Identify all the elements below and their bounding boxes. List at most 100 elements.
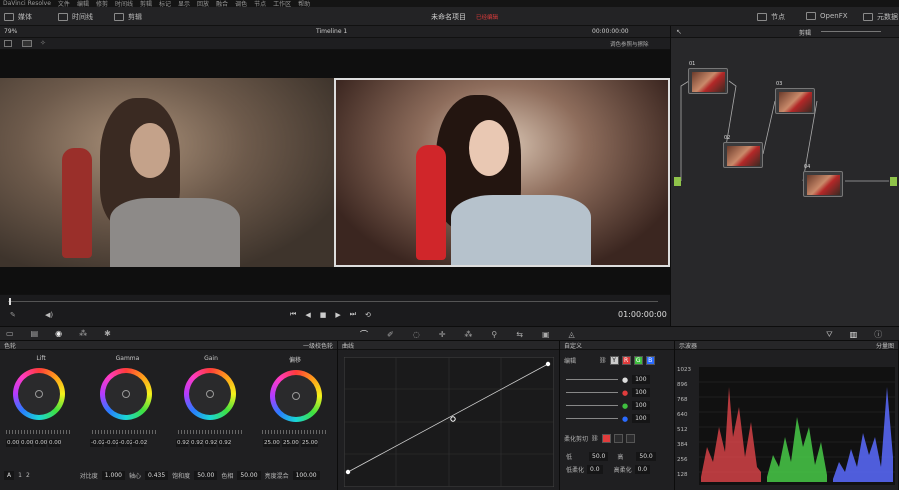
timeline-button[interactable]: 时间线 <box>58 12 93 22</box>
gain-master-dial[interactable] <box>178 430 242 434</box>
lift-master-dial[interactable] <box>6 430 70 434</box>
gain-wheel[interactable] <box>184 368 236 420</box>
clips-button[interactable]: 剪辑 <box>114 12 142 22</box>
node-editor[interactable]: ↖ 剪辑 01 03 02 04 <box>670 26 899 326</box>
slider-b-value[interactable]: 100 <box>632 414 650 423</box>
qualifier-icon[interactable]: ✐ <box>387 330 394 339</box>
node-03[interactable]: 03 <box>775 81 815 114</box>
motion-effects-icon[interactable]: ✱ <box>104 329 111 338</box>
gamma-g[interactable]: -0.02 <box>118 439 133 447</box>
lift-wheel[interactable] <box>13 368 65 420</box>
slider-r-value[interactable]: 100 <box>632 388 650 397</box>
lum-mix-field[interactable]: 100.00 <box>292 471 320 480</box>
3d-icon[interactable]: ▣ <box>542 330 550 339</box>
link-icon[interactable]: ⛓ <box>599 357 607 364</box>
zoom-select[interactable]: 79% <box>4 28 17 35</box>
play-icon[interactable]: ▶ <box>335 311 340 319</box>
gamma-y[interactable]: -0.02 <box>90 439 105 447</box>
tracker-icon[interactable]: ✛ <box>439 330 446 339</box>
lift-g[interactable]: 0.00 <box>34 439 47 447</box>
input-node-icon[interactable] <box>674 177 681 186</box>
slider-y[interactable] <box>566 379 618 380</box>
auto-balance-button[interactable]: A <box>4 471 15 480</box>
gamma-b[interactable]: -0.02 <box>132 439 147 447</box>
node-01[interactable]: 01 <box>688 61 728 94</box>
curve-mode-select[interactable]: 自定义 <box>564 341 582 350</box>
sizing-icon[interactable]: ⇆ <box>516 330 523 339</box>
contrast-field[interactable]: 1.000 <box>101 471 125 480</box>
slider-g-value[interactable]: 100 <box>632 401 650 410</box>
info-icon[interactable]: ⓘ <box>874 329 882 340</box>
lift-puck[interactable] <box>35 390 43 398</box>
curve-graph[interactable] <box>344 357 554 487</box>
channel-y-button[interactable]: Y <box>609 356 619 365</box>
offset-puck[interactable] <box>292 392 300 400</box>
offset-r[interactable]: 25.00 <box>263 439 280 447</box>
slider-b[interactable] <box>566 418 618 419</box>
color-match-icon[interactable]: ▤ <box>31 329 39 338</box>
channel-g-button[interactable]: G <box>633 356 643 365</box>
scrub-track[interactable] <box>8 301 658 302</box>
camera-raw-icon[interactable]: ▭ <box>6 329 14 338</box>
gamma-puck[interactable] <box>122 390 130 398</box>
skip-start-icon[interactable]: ⏮ <box>290 310 296 319</box>
low-soft-field[interactable]: 0.0 <box>587 465 603 474</box>
skip-end-icon[interactable]: ⏭ <box>350 310 356 319</box>
slider-y-value[interactable]: 100 <box>632 375 650 384</box>
low-field[interactable]: 50.0 <box>589 452 609 461</box>
gain-y[interactable]: 0.92 <box>176 439 189 447</box>
lift-y[interactable]: 0.00 <box>6 439 19 447</box>
soft-clip-g-button[interactable] <box>613 434 623 443</box>
lift-b[interactable]: 0.00 <box>48 439 61 447</box>
image-wipe-icon[interactable] <box>4 40 12 47</box>
soft-clip-link-icon[interactable]: ⛓ <box>591 435 599 442</box>
scopes-icon[interactable]: ▥ <box>850 330 858 339</box>
loop-icon[interactable]: ⟲ <box>365 311 371 319</box>
window-icon[interactable]: ◌ <box>413 330 420 339</box>
timeline-select[interactable]: Timeline 1 <box>316 28 347 35</box>
high-field[interactable]: 50.0 <box>636 452 656 461</box>
gamma-r[interactable]: -0.02 <box>104 439 119 447</box>
page-1-button[interactable]: 1 <box>18 472 22 479</box>
saturation-icon[interactable]: ◬ <box>569 330 575 339</box>
soft-clip-r-button[interactable] <box>601 434 611 443</box>
curves-icon[interactable]: ⌒ <box>360 329 368 340</box>
highlight-icon[interactable]: ✧ <box>40 39 46 47</box>
key-icon[interactable]: ⚲ <box>491 330 497 339</box>
soft-clip-b-button[interactable] <box>625 434 635 443</box>
saturation-field[interactable]: 50.00 <box>194 471 218 480</box>
node-02[interactable]: 02 <box>723 135 763 168</box>
gamma-wheel[interactable] <box>100 368 152 420</box>
slider-r[interactable] <box>566 392 618 393</box>
node-04[interactable]: 04 <box>803 164 843 197</box>
play-reverse-icon[interactable]: ◀ <box>305 311 310 319</box>
wheels-mode-select[interactable]: 一级校色轮 <box>303 341 333 350</box>
openfx-button[interactable]: OpenFX <box>806 12 848 20</box>
metadata-button[interactable]: 元数据 <box>863 12 898 22</box>
view-mode-select[interactable]: 调色参照与擦除 <box>610 40 649 48</box>
color-wheels-icon[interactable]: ◉ <box>55 329 62 338</box>
lightbox-icon[interactable]: ⛛ <box>826 330 833 340</box>
playhead[interactable] <box>9 298 11 305</box>
media-pool-button[interactable]: 媒体 <box>4 12 32 22</box>
rgb-mixer-icon[interactable]: ⁂ <box>79 329 87 338</box>
scope-mode-select[interactable]: 分量图 <box>876 341 894 350</box>
stop-icon[interactable]: ■ <box>320 311 327 319</box>
nodes-button[interactable]: 节点 <box>757 12 785 22</box>
viewer[interactable] <box>0 50 670 294</box>
offset-wheel[interactable] <box>270 370 322 422</box>
offset-master-dial[interactable] <box>262 430 326 434</box>
gamma-master-dial[interactable] <box>92 430 156 434</box>
blur-icon[interactable]: ⁂ <box>464 330 472 339</box>
gain-puck[interactable] <box>206 390 214 398</box>
slider-g[interactable] <box>566 405 618 406</box>
offset-b[interactable]: 25.00 <box>301 439 318 447</box>
page-2-button[interactable]: 2 <box>26 472 30 479</box>
output-node-icon[interactable] <box>890 177 897 186</box>
hue-field[interactable]: 50.00 <box>237 471 261 480</box>
lift-r[interactable]: 0.00 <box>20 439 33 447</box>
pivot-field[interactable]: 0.435 <box>144 471 169 480</box>
speaker-icon[interactable]: ◀) <box>45 311 53 319</box>
channel-r-button[interactable]: R <box>621 356 631 365</box>
gain-b[interactable]: 0.92 <box>218 439 231 447</box>
